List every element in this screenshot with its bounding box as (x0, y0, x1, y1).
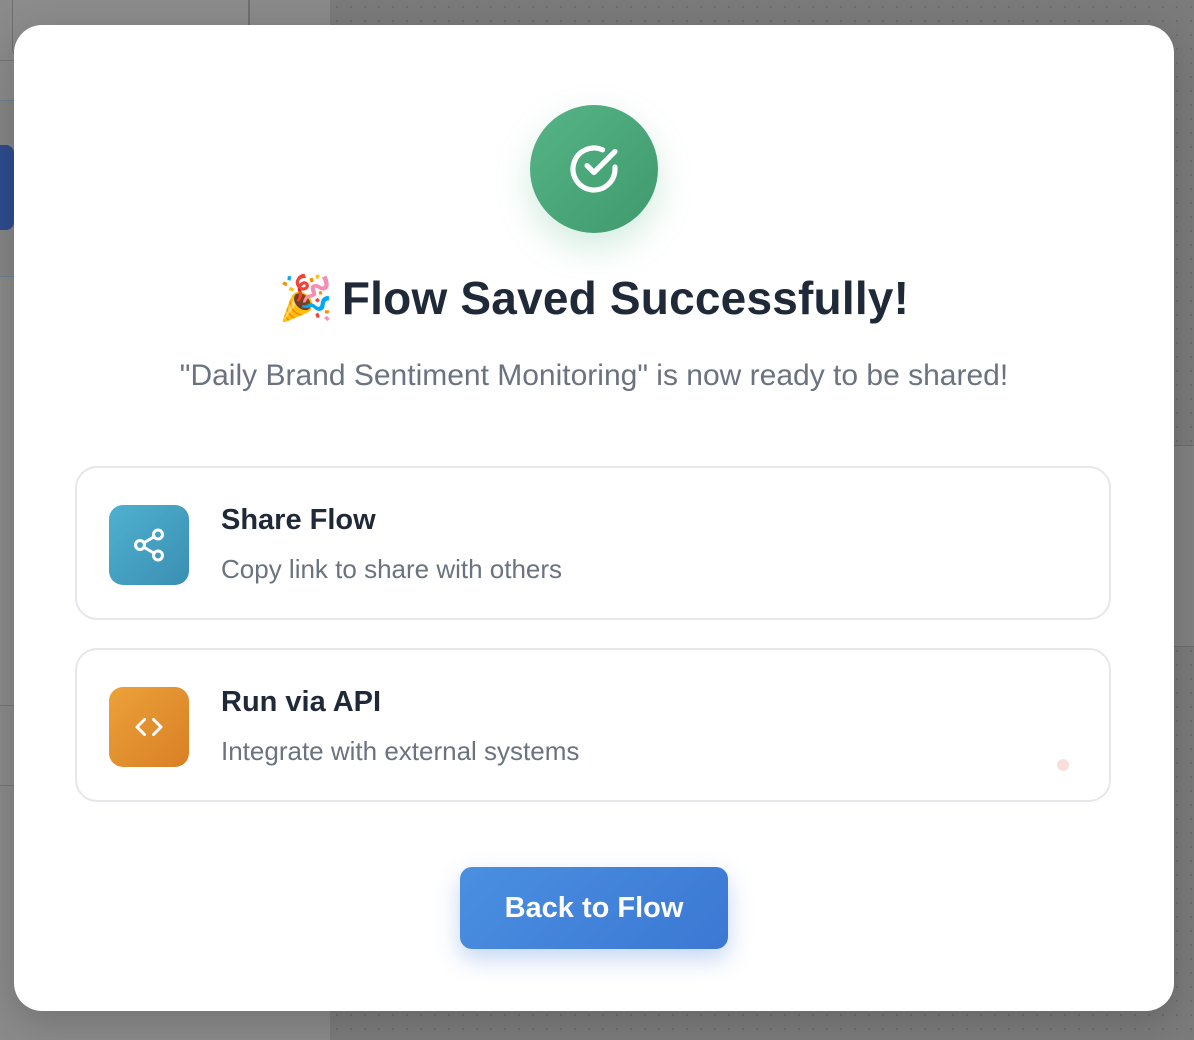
code-icon-tile (109, 687, 189, 767)
share-flow-option[interactable]: Share Flow Copy link to share with other… (75, 466, 1111, 620)
modal-subtitle: "Daily Brand Sentiment Monitoring" is no… (179, 359, 1009, 392)
indicator-dot (1057, 759, 1069, 771)
modal-title: 🎉 Flow Saved Successfully! (14, 271, 1174, 325)
party-popper-icon: 🎉 (278, 274, 334, 323)
success-badge (530, 105, 658, 233)
share-flow-title: Share Flow (221, 504, 376, 536)
run-via-api-option[interactable]: Run via API Integrate with external syst… (75, 648, 1111, 802)
share-icon (134, 528, 164, 562)
background-node (1172, 445, 1194, 647)
modal-title-text: Flow Saved Successfully! (341, 272, 910, 324)
code-icon (135, 718, 163, 736)
back-to-flow-button[interactable]: Back to Flow (460, 867, 728, 949)
share-flow-description: Copy link to share with others (221, 554, 563, 584)
flow-saved-modal: 🎉 Flow Saved Successfully! "Daily Brand … (14, 25, 1174, 1011)
share-icon-tile (109, 505, 189, 585)
run-via-api-title: Run via API (221, 686, 382, 718)
check-circle-icon (570, 145, 618, 193)
background-button (0, 145, 14, 230)
run-via-api-description: Integrate with external systems (221, 736, 580, 766)
